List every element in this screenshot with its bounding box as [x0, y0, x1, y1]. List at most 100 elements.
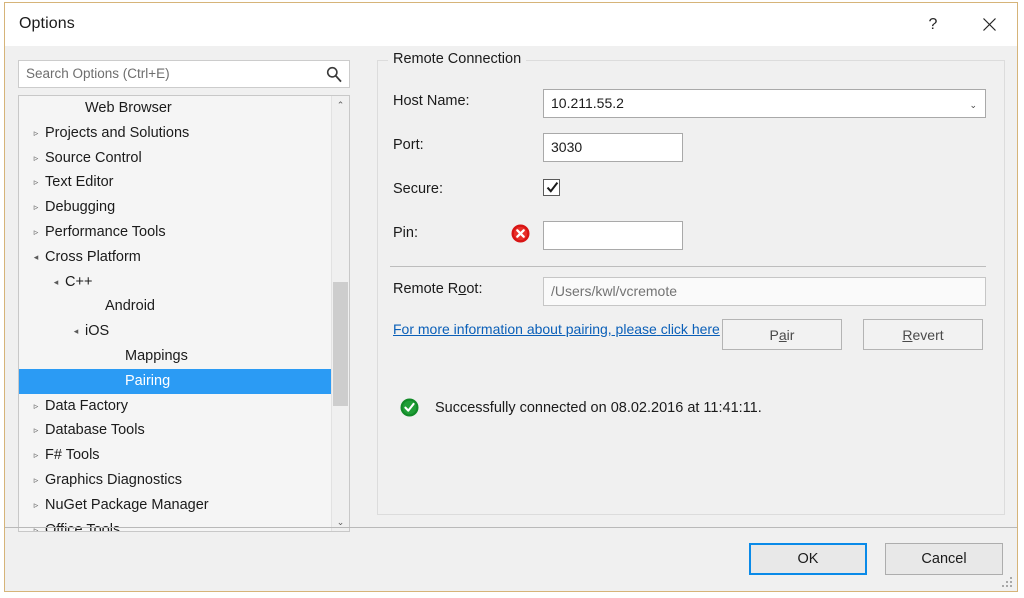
tree-item-label: Text Editor	[45, 174, 114, 191]
tree-item[interactable]: ◂ C++	[19, 270, 331, 295]
tree-item[interactable]: ▹ F# Tools	[19, 443, 331, 468]
check-icon	[546, 181, 559, 193]
tree-item-label: Performance Tools	[45, 223, 166, 240]
remote-root-label: Remote Root:	[393, 281, 483, 297]
tree-item-label: F# Tools	[45, 447, 100, 464]
link-line-2: click here	[660, 321, 720, 337]
revert-button[interactable]: Revert	[863, 319, 983, 350]
chevron-collapsed-icon[interactable]: ▹	[29, 518, 43, 531]
scroll-down-icon[interactable]: ⌄	[332, 513, 349, 531]
scrollbar-thumb[interactable]	[333, 282, 348, 406]
tree-item[interactable]: ▹ Projects and Solutions	[19, 121, 331, 146]
remote-root-row: Remote Root: /Users/kwl/vcremote	[378, 277, 1004, 307]
host-name-combobox[interactable]: 10.211.55.2 ⌄	[543, 89, 986, 118]
options-tree[interactable]: Web Browser ▹ Projects and Solutions ▹ Sourc…	[18, 95, 350, 532]
window-title: Options	[19, 15, 75, 32]
remote-connection-group: Remote Connection Host Name: 10.211.55.2…	[377, 51, 1005, 515]
chevron-expanded-icon[interactable]: ◂	[49, 270, 63, 295]
chevron-collapsed-icon[interactable]: ▹	[29, 493, 43, 518]
pin-row: Pin:	[378, 221, 1004, 251]
pin-label: Pin:	[393, 225, 418, 241]
chevron-expanded-icon[interactable]: ◂	[69, 319, 83, 344]
tree-item[interactable]: ▹ Office Tools	[19, 518, 331, 532]
tree-item-label: Web Browser	[85, 100, 172, 116]
dialog-footer: OK Cancel	[749, 543, 1003, 575]
link-line-1: For more information about pairing, plea…	[393, 321, 657, 337]
tree-item-label: Mappings	[125, 347, 188, 364]
remote-root-input[interactable]: /Users/kwl/vcremote	[543, 277, 986, 306]
chevron-collapsed-icon[interactable]: ▹	[29, 170, 43, 195]
host-name-value: 10.211.55.2	[551, 95, 624, 111]
chevron-collapsed-icon[interactable]: ▹	[29, 418, 43, 443]
tree-item-label: Database Tools	[45, 422, 145, 439]
secure-row: Secure:	[378, 177, 1004, 207]
chevron-collapsed-icon[interactable]: ▹	[29, 220, 43, 245]
remote-root-value: /Users/kwl/vcremote	[551, 283, 678, 299]
error-icon	[511, 224, 530, 243]
chevron-down-icon[interactable]: ⌄	[969, 100, 977, 111]
chevron-expanded-icon[interactable]: ◂	[29, 245, 43, 270]
scroll-up-icon[interactable]: ⌃	[332, 96, 349, 114]
options-dialog-window: Options ? Search Options (Ctrl+E) Web Br…	[4, 2, 1018, 592]
title-bar: Options ?	[5, 3, 1017, 46]
host-name-label: Host Name:	[393, 93, 470, 109]
chevron-collapsed-icon[interactable]: ▹	[29, 394, 43, 419]
tree-row-container: Web Browser ▹ Projects and Solutions ▹ Sourc…	[19, 96, 331, 531]
tree-item[interactable]: ◂ Cross Platform	[19, 245, 331, 270]
tree-item[interactable]: ▹ Text Editor	[19, 170, 331, 195]
ok-button[interactable]: OK	[749, 543, 867, 575]
close-icon[interactable]	[961, 3, 1017, 46]
tree-item[interactable]: ▹ Performance Tools	[19, 220, 331, 245]
success-icon	[400, 398, 419, 417]
tree-item-label: Projects and Solutions	[45, 124, 190, 141]
tree-item-label: Office Tools	[45, 521, 121, 532]
search-input[interactable]: Search Options (Ctrl+E)	[18, 60, 350, 88]
chevron-collapsed-icon[interactable]: ▹	[29, 146, 43, 171]
port-input[interactable]: 3030	[543, 133, 683, 162]
chevron-collapsed-icon[interactable]: ▹	[29, 195, 43, 220]
search-icon	[325, 65, 343, 83]
tree-item-label: Graphics Diagnostics	[45, 471, 182, 488]
tree-item-label: C++	[65, 273, 93, 290]
tree-item[interactable]: Android	[19, 294, 331, 319]
chevron-collapsed-icon[interactable]: ▹	[29, 468, 43, 493]
footer-divider	[5, 527, 1017, 528]
status-text: Successfully connected on 08.02.2016 at …	[435, 399, 762, 416]
options-navigation-pane: Search Options (Ctrl+E) Web Browser ▹ Proj…	[18, 60, 350, 532]
port-row: Port: 3030	[378, 133, 1004, 163]
tree-item[interactable]: ▹ Graphics Diagnostics	[19, 468, 331, 493]
resize-grip[interactable]	[1001, 576, 1013, 588]
chevron-collapsed-icon[interactable]: ▹	[29, 121, 43, 146]
tree-item-label: Source Control	[45, 149, 142, 166]
tree-item-label: Debugging	[45, 199, 116, 216]
tree-item[interactable]: ◂ iOS	[19, 319, 331, 344]
host-name-row: Host Name: 10.211.55.2 ⌄	[378, 89, 1004, 119]
pin-input[interactable]	[543, 221, 683, 250]
chevron-collapsed-icon[interactable]: ▹	[29, 443, 43, 468]
tree-item[interactable]: Web Browser	[19, 96, 331, 121]
tree-item[interactable]: Pairing	[19, 368, 331, 394]
pairing-info-link[interactable]: For more information about pairing, plea…	[393, 319, 733, 339]
secure-checkbox[interactable]	[543, 179, 560, 196]
search-placeholder: Search Options (Ctrl+E)	[26, 66, 170, 81]
window-controls: ?	[905, 3, 1017, 46]
tree-item[interactable]: ▹ Data Factory	[19, 394, 331, 419]
tree-item[interactable]: ▹ Source Control	[19, 146, 331, 171]
tree-item-label: Data Factory	[45, 397, 128, 414]
pair-button[interactable]: Pa ir	[722, 319, 842, 350]
cancel-button[interactable]: Cancel	[885, 543, 1003, 575]
help-icon[interactable]: ?	[905, 3, 961, 46]
group-title: Remote Connection	[388, 51, 527, 67]
tree-item[interactable]: ▹ NuGet Package Manager	[19, 493, 331, 518]
tree-item-label: Android	[105, 298, 155, 315]
section-divider	[390, 266, 986, 267]
tree-item-label: iOS	[85, 323, 110, 340]
tree-item[interactable]: ▹ Debugging	[19, 195, 331, 220]
secure-label: Secure:	[393, 181, 443, 197]
tree-item[interactable]: ▹ Database Tools	[19, 418, 331, 443]
tree-item[interactable]: Mappings	[19, 344, 331, 369]
tree-item-label: Pairing	[125, 372, 171, 389]
port-label: Port:	[393, 137, 424, 153]
tree-item-label: NuGet Package Manager	[45, 496, 209, 513]
tree-scrollbar[interactable]: ⌃ ⌄	[331, 96, 349, 531]
